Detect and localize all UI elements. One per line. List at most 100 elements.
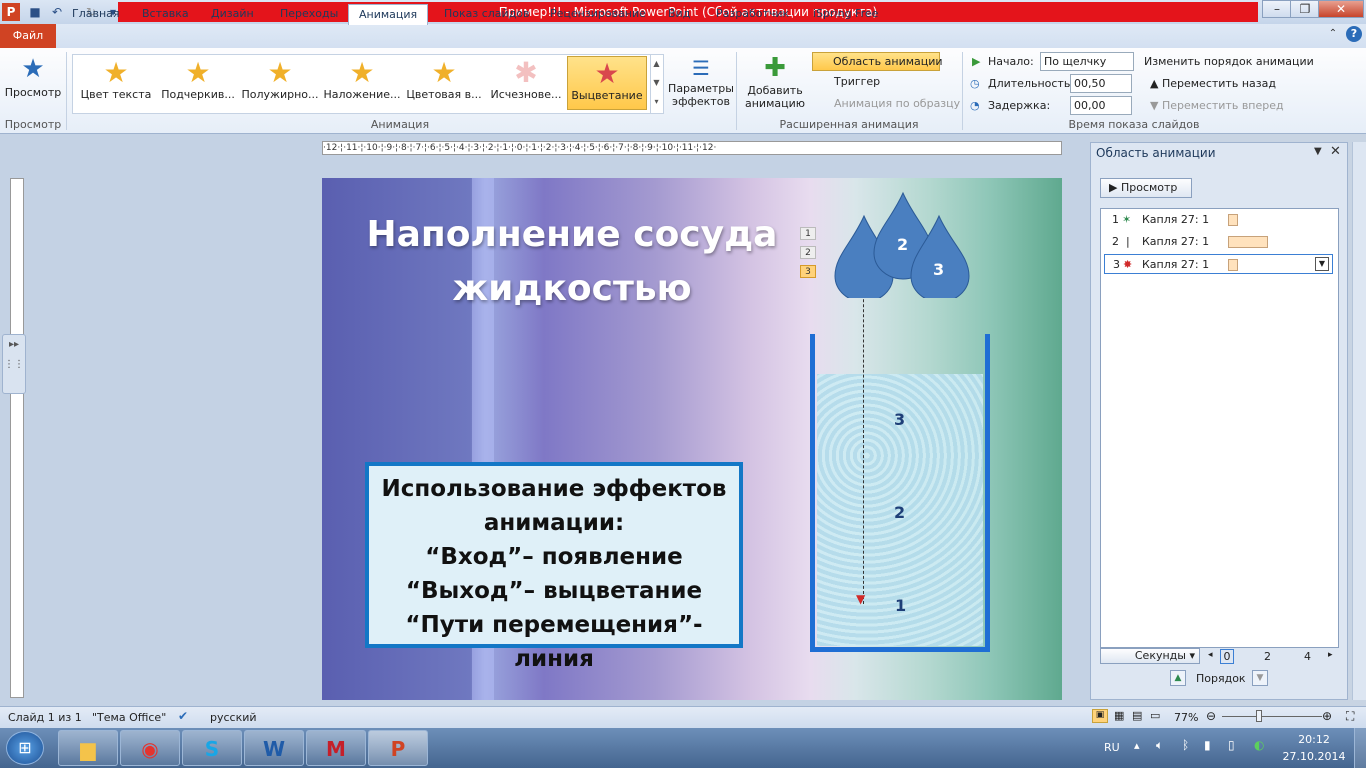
- drops-group[interactable]: 2 3: [827, 188, 977, 298]
- signal-icon[interactable]: ▮: [1204, 738, 1211, 752]
- chrome-taskbar-icon[interactable]: ◉: [120, 730, 180, 766]
- animation-painter-button[interactable]: Анимация по образцу: [816, 97, 960, 110]
- start-button[interactable]: ⊞: [6, 731, 44, 765]
- tab-view[interactable]: Вид: [658, 4, 700, 24]
- timeline-right-icon[interactable]: ▸: [1328, 650, 1333, 660]
- zoom-level[interactable]: 77%: [1174, 711, 1198, 724]
- clock-time[interactable]: 20:12: [1290, 733, 1338, 746]
- effect-options-button[interactable]: ☰ Параметры эффектов: [668, 54, 734, 116]
- slides-pane-toggle[interactable]: ▸▸ ⋮⋮: [2, 334, 26, 394]
- timeline-tick-0: 0: [1220, 649, 1234, 664]
- reading-view-icon[interactable]: ▤: [1132, 709, 1142, 722]
- skype-taskbar-icon[interactable]: S: [182, 730, 242, 766]
- save-icon[interactable]: ■: [26, 3, 44, 21]
- anim-item-2[interactable]: 2 | Капля 27: 1: [1102, 232, 1334, 252]
- fit-slide-icon[interactable]: ⛶: [1346, 709, 1354, 724]
- order-down-icon[interactable]: ▼: [1252, 670, 1268, 686]
- help-icon[interactable]: ?: [1346, 26, 1362, 42]
- anim-tag-1[interactable]: 1: [800, 227, 816, 240]
- close-button[interactable]: ✕: [1318, 0, 1364, 18]
- minimize-button[interactable]: –: [1262, 0, 1292, 18]
- show-desktop-button[interactable]: [1354, 728, 1366, 768]
- tab-home[interactable]: Главная: [62, 4, 130, 24]
- duration-input[interactable]: 00,50: [1070, 74, 1132, 93]
- tab-design[interactable]: Дизайн: [201, 4, 264, 24]
- gallery-scroll[interactable]: ▲ ▼ ▾: [650, 54, 662, 114]
- pane-menu-icon[interactable]: ▼: [1314, 146, 1322, 157]
- preview-button[interactable]: ★ Просмотр: [4, 52, 62, 114]
- move-forward-button[interactable]: ▼ Переместить вперед: [1150, 99, 1284, 112]
- order-up-icon[interactable]: ▲: [1170, 670, 1186, 686]
- tab-review[interactable]: Рецензирование: [540, 4, 656, 24]
- reorder-title: Изменить порядок анимации: [1144, 55, 1314, 68]
- anim-item-name: Капля 27: 1: [1142, 213, 1210, 226]
- explorer-taskbar-icon[interactable]: ▆: [58, 730, 118, 766]
- start-select[interactable]: По щелчку: [1040, 52, 1134, 71]
- powerpoint-taskbar-icon[interactable]: P: [368, 730, 428, 766]
- effect-bold[interactable]: ★ Полужирно...: [240, 56, 320, 110]
- delay-input[interactable]: 00,00: [1070, 96, 1132, 115]
- effect-disappear[interactable]: ✱ Исчезнове...: [486, 56, 566, 110]
- tab-transitions[interactable]: Переходы: [270, 4, 348, 24]
- restore-button[interactable]: ❐: [1290, 0, 1320, 18]
- drop-label-3: 3: [933, 260, 944, 279]
- move-forward-label: Переместить вперед: [1161, 99, 1284, 112]
- bluetooth-icon[interactable]: ᛒ: [1182, 738, 1189, 752]
- battery-icon[interactable]: ▯: [1228, 738, 1235, 752]
- normal-view-icon[interactable]: ▣: [1092, 709, 1108, 723]
- ribbon-minimize-icon[interactable]: ⌃: [1326, 28, 1340, 42]
- effect-color-wave[interactable]: ★ Цветовая в...: [404, 56, 484, 110]
- effect-underline[interactable]: ★ Подчеркив...: [158, 56, 238, 110]
- entrance-icon: |: [1126, 235, 1130, 248]
- slideshow-view-icon[interactable]: ▭: [1150, 709, 1160, 722]
- zoom-out-icon[interactable]: ⊖: [1206, 709, 1216, 723]
- effect-label: Наложение...: [323, 88, 401, 101]
- volume-icon[interactable]: 🔈︎: [1156, 738, 1163, 753]
- effect-label: Подчеркив...: [161, 88, 235, 101]
- seconds-dropdown[interactable]: Секунды ▾: [1100, 648, 1200, 664]
- vertical-scrollbar[interactable]: [1352, 142, 1366, 700]
- effect-text-color[interactable]: ★ Цвет текста: [76, 56, 156, 110]
- pane-play-button[interactable]: ▶ Просмотр: [1100, 178, 1192, 198]
- timeline-left-icon[interactable]: ◂: [1208, 650, 1213, 660]
- move-back-button[interactable]: ▲ Переместить назад: [1150, 77, 1276, 90]
- effect-overlay[interactable]: ★ Наложение...: [322, 56, 402, 110]
- anim-item-name: Капля 27: 1: [1142, 235, 1210, 248]
- tab-ispring[interactable]: iSpring Free: [803, 4, 888, 24]
- slide-canvas[interactable]: Наполнение сосуда жидкостью Использовани…: [322, 178, 1062, 700]
- textbox-line: “Выход”– выцветание: [405, 578, 703, 604]
- effect-fade[interactable]: ★ Выцветание: [567, 56, 647, 110]
- ribbon-tabs: [0, 24, 1366, 48]
- anim-item-num: 1: [1112, 213, 1119, 226]
- anim-item-3[interactable]: 3 ✸ Капля 27: 1 ▼: [1104, 254, 1333, 274]
- pane-close-icon[interactable]: ✕: [1330, 144, 1341, 159]
- tab-insert[interactable]: Вставка: [132, 4, 199, 24]
- timeline-bar: [1228, 214, 1238, 226]
- mcafee-taskbar-icon[interactable]: M: [306, 730, 366, 766]
- info-textbox[interactable]: Использование эффектов анимации: “Вход”–…: [365, 462, 743, 672]
- animation-pane-button[interactable]: Область анимации: [812, 52, 943, 71]
- anim-tag-2[interactable]: 2: [800, 246, 816, 259]
- tray-arrow-icon[interactable]: ▴: [1134, 739, 1140, 752]
- anim-item-1[interactable]: 1 ✶ Капля 27: 1: [1102, 210, 1334, 230]
- slide-title[interactable]: Наполнение сосуда жидкостью: [362, 208, 782, 316]
- trigger-button[interactable]: Триггер: [816, 75, 880, 88]
- anim-tag-3[interactable]: 3: [800, 265, 816, 278]
- spellcheck-icon[interactable]: ✔: [178, 709, 188, 723]
- tab-developer[interactable]: Разработчик: [706, 4, 799, 24]
- word-taskbar-icon[interactable]: W: [244, 730, 304, 766]
- add-animation-button[interactable]: ✚ Добавить анимацию: [740, 52, 810, 116]
- sorter-view-icon[interactable]: ▦: [1114, 709, 1124, 722]
- tab-file[interactable]: Файл: [0, 24, 56, 48]
- item-dropdown-icon[interactable]: ▼: [1315, 257, 1329, 271]
- anim-item-num: 3: [1113, 258, 1120, 271]
- motion-path-line[interactable]: [863, 264, 864, 604]
- zoom-slider-thumb[interactable]: [1256, 710, 1262, 722]
- network-icon[interactable]: ◐: [1254, 738, 1264, 752]
- tab-slideshow[interactable]: Показ слайдов: [434, 4, 540, 24]
- zoom-in-icon[interactable]: ⊕: [1322, 709, 1332, 723]
- tab-animation[interactable]: Анимация: [348, 4, 429, 25]
- input-language[interactable]: RU: [1104, 741, 1120, 754]
- clock-date[interactable]: 27.10.2014: [1282, 750, 1346, 763]
- zoom-slider[interactable]: [1222, 716, 1322, 717]
